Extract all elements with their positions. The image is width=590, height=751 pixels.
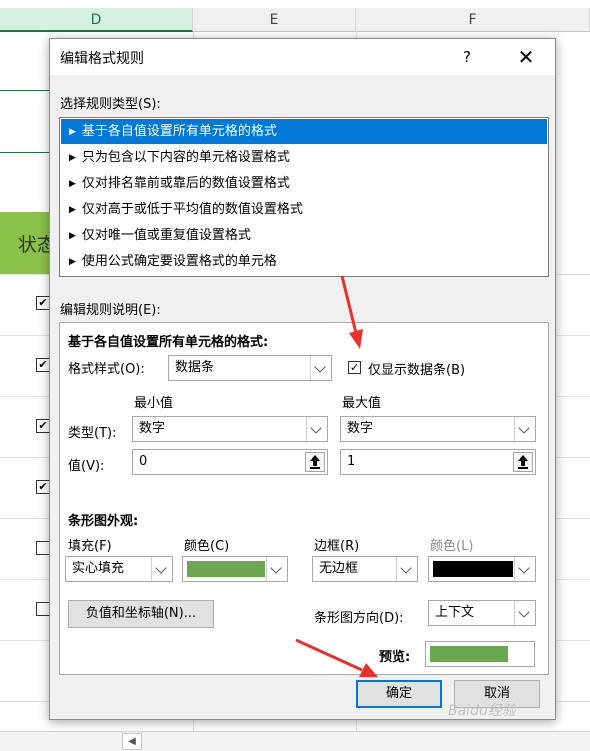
fill-color-swatch [187,561,265,577]
triangle-right-icon: ▶ [69,257,76,267]
sheet-checkbox[interactable]: ✔ [36,296,50,310]
rule-type-item[interactable]: ▶ 基于各自值设置所有单元格的格式 [61,119,547,144]
preview-data-bar [430,646,508,662]
bar-appearance-label: 条形图外观: [68,514,139,529]
triangle-right-icon: ▶ [69,127,76,137]
triangle-right-icon: ▶ [69,179,76,189]
border-color-label: 颜色(L) [430,539,474,554]
sheet-checkbox[interactable]: ✔ [36,358,50,372]
chevron-down-icon [151,557,172,581]
fill-label: 填充(F) [68,539,112,554]
preview-label: 预览: [379,650,411,665]
min-header: 最小值 [134,396,174,411]
fill-color-picker[interactable] [182,556,288,582]
chevron-down-icon [310,356,331,380]
rule-type-label: 选择规则类型(S): [60,97,161,112]
dialog-titlebar[interactable]: 编辑格式规则 ? ✕ [50,39,555,75]
range-picker-icon[interactable] [513,452,533,472]
format-style-label: 格式样式(O): [68,362,145,377]
format-style-select[interactable]: 数据条 [168,355,332,381]
close-button[interactable]: ✕ [508,45,544,69]
chevron-down-icon [266,557,287,581]
rule-type-item[interactable]: ▶ 使用公式确定要设置格式的单元格 [61,249,547,274]
column-header-f[interactable]: F [356,8,590,32]
rule-type-item[interactable]: ▶ 仅对高于或低于平均值的数值设置格式 [61,197,547,222]
rule-type-item[interactable]: ▶ 只为包含以下内容的单元格设置格式 [61,145,547,170]
chevron-down-icon [514,417,535,441]
border-color-swatch [433,561,513,577]
sheet-checkbox[interactable]: ✔ [36,480,50,494]
chevron-down-icon [306,417,327,441]
border-type-select[interactable]: 无边框 [312,556,418,582]
sheet-scroll-left-button[interactable]: ◀ [122,733,142,750]
border-label: 边框(R) [314,539,360,554]
ok-button[interactable]: 确定 [356,680,442,708]
value-label: 值(V): [68,459,105,474]
rule-type-list[interactable]: ▶ 基于各自值设置所有单元格的格式 ▶ 只为包含以下内容的单元格设置格式 ▶ 仅对排名… [59,117,549,277]
sheet-checkbox[interactable] [36,602,50,616]
sheet-checkbox[interactable]: ✔ [36,419,50,433]
chevron-down-icon [514,557,535,581]
rule-type-item[interactable]: ▶ 仅对唯一值或重复值设置格式 [61,223,547,248]
rule-description-panel: 基于各自值设置所有单元格的格式: 格式样式(O): 数据条 ✓ 仅显示数据条(B… [59,322,549,675]
show-bar-only-label[interactable]: 仅显示数据条(B) [368,359,465,378]
grid-line [0,90,52,91]
show-bar-only-checkbox[interactable]: ✓ [348,361,361,374]
chevron-down-icon [396,557,417,581]
max-value-input[interactable]: 1 [340,449,536,475]
section-title: 基于各自值设置所有单元格的格式: [68,335,269,350]
max-header: 最大值 [342,396,382,411]
chevron-down-icon [514,601,535,625]
column-header-d[interactable]: D [0,8,193,32]
grid-line [0,152,52,153]
rule-type-item[interactable]: ▶ 仅对排名靠前或靠后的数值设置格式 [61,171,547,196]
preview-box [425,641,535,667]
min-value-input[interactable]: 0 [132,449,328,475]
fill-color-label: 颜色(C) [184,539,230,554]
type-label: 类型(T): [68,426,117,441]
range-picker-icon[interactable] [305,452,325,472]
negative-value-axis-button[interactable]: 负值和坐标轴(N)... [68,600,214,628]
sheet-checkbox[interactable] [36,541,50,555]
max-type-select[interactable]: 数字 [340,416,536,442]
column-header-e[interactable]: E [193,8,356,32]
help-button[interactable]: ? [452,45,482,69]
bar-direction-label: 条形图方向(D): [314,611,404,626]
dialog-title: 编辑格式规则 [60,51,144,67]
bar-direction-select[interactable]: 上下文 [428,600,536,626]
edit-format-rule-dialog: 编辑格式规则 ? ✕ 选择规则类型(S): ▶ 基于各自值设置所有单元格的格式 ▶… [49,38,556,720]
fill-type-select[interactable]: 实心填充 [65,556,173,582]
sheet-tab-bar [0,731,590,751]
triangle-right-icon: ▶ [69,205,76,215]
min-type-select[interactable]: 数字 [132,416,328,442]
rule-description-label: 编辑规则说明(E): [60,303,161,318]
watermark-text: Baidu经验 [448,703,516,719]
triangle-right-icon: ▶ [69,231,76,241]
triangle-right-icon: ▶ [69,153,76,163]
border-color-picker[interactable] [428,556,536,582]
